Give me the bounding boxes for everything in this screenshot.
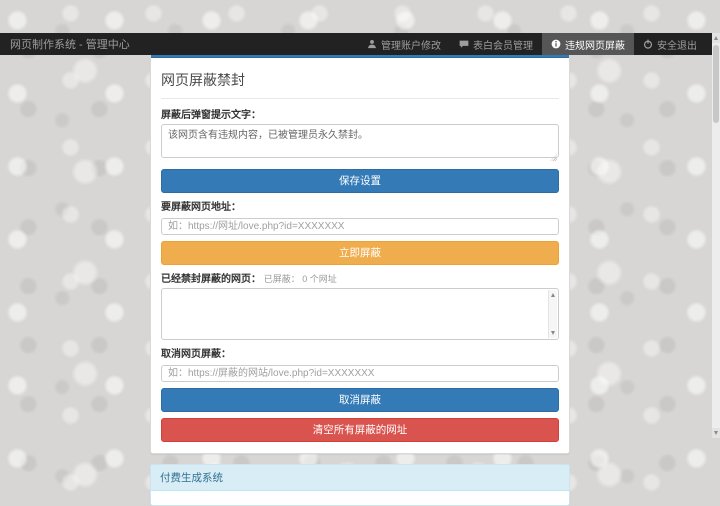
comment-icon — [459, 39, 469, 49]
unblock-url-input[interactable] — [161, 365, 559, 382]
popup-text-label: 屏蔽后弹窗提示文字： — [161, 106, 559, 121]
block-now-button[interactable]: 立即屏蔽 — [161, 241, 559, 265]
unblock-label: 取消网页屏蔽： — [161, 345, 559, 360]
block-panel-body: 网页屏蔽禁封 屏蔽后弹窗提示文字： 该网页含有违规内容，已被管理员永久禁封。 保… — [151, 58, 569, 453]
divider — [161, 98, 559, 99]
generate-panel-header: 付费生成系统 — [151, 465, 569, 491]
textarea-resize-grip[interactable] — [550, 154, 557, 161]
nav-item-label: 管理账户修改 — [381, 37, 441, 52]
generate-panel: 付费生成系统 — [150, 464, 570, 506]
blocked-list-wrap — [161, 288, 559, 340]
nav-item-account[interactable]: 管理账户修改 — [358, 33, 450, 55]
nav-item-block-pages[interactable]: 违规网页屏蔽 — [542, 33, 634, 55]
main-container: 违规网页屏蔽 网页屏蔽禁封 屏蔽后弹窗提示文字： 该网页含有违规内容，已被管理员… — [150, 33, 570, 506]
nav-item-label: 安全退出 — [657, 37, 697, 52]
scrollbar-up-arrow[interactable] — [712, 33, 720, 43]
blocked-count-note: 已屏蔽： 0 个网址 — [264, 274, 337, 284]
scroll-up-arrow[interactable] — [551, 293, 555, 297]
info-icon — [551, 39, 561, 49]
popup-text-input[interactable]: 该网页含有违规内容，已被管理员永久禁封。 — [161, 124, 559, 158]
generate-panel-body — [151, 491, 569, 505]
page-title: 网页屏蔽禁封 — [161, 70, 559, 90]
block-panel: 违规网页屏蔽 网页屏蔽禁封 屏蔽后弹窗提示文字： 该网页含有违规内容，已被管理员… — [150, 33, 570, 454]
page-scrollbar[interactable] — [712, 33, 720, 438]
power-icon — [643, 39, 653, 49]
navbar-menu: 管理账户修改 表白会员管理 违规网页屏蔽 安全退出 — [358, 33, 706, 55]
nav-item-members[interactable]: 表白会员管理 — [450, 33, 542, 55]
blocked-list-label: 已经禁封屏蔽的网页： 已屏蔽： 0 个网址 — [161, 270, 559, 285]
blocked-list-textarea[interactable] — [162, 289, 558, 339]
clear-all-button[interactable]: 清空所有屏蔽的网址 — [161, 418, 559, 442]
top-navbar: 网页制作系统 - 管理中心 管理账户修改 表白会员管理 违规网页屏蔽 安全退出 — [0, 33, 720, 55]
app-title: 网页制作系统 - 管理中心 — [10, 33, 130, 55]
scrollbar-down-arrow[interactable] — [712, 428, 720, 438]
nav-item-logout[interactable]: 安全退出 — [634, 33, 706, 55]
scrollbar-thumb[interactable] — [713, 45, 719, 123]
blocked-list-label-text: 已经禁封屏蔽的网页： — [161, 274, 261, 285]
nav-item-label: 表白会员管理 — [473, 37, 533, 52]
user-icon — [367, 39, 377, 49]
scroll-down-arrow[interactable] — [551, 331, 555, 335]
nav-item-label: 违规网页屏蔽 — [565, 37, 625, 52]
block-url-label: 要屏蔽网页地址： — [161, 198, 559, 213]
blocked-list-scrollbar[interactable] — [548, 290, 557, 338]
block-url-input[interactable] — [161, 218, 559, 235]
save-settings-button[interactable]: 保存设置 — [161, 169, 559, 193]
unblock-button[interactable]: 取消屏蔽 — [161, 388, 559, 412]
